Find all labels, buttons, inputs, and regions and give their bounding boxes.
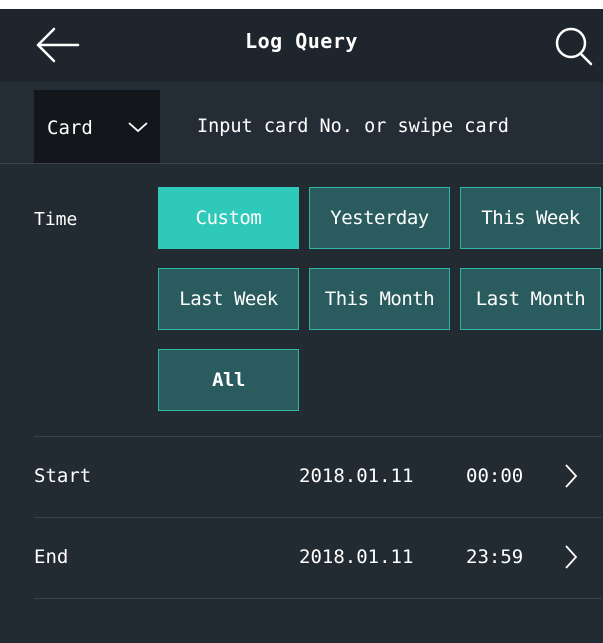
start-time-value: 00:00: [466, 465, 524, 487]
chevron-right-icon: [565, 545, 578, 569]
search-button[interactable]: [552, 23, 596, 67]
search-type-label: Card: [47, 117, 93, 139]
start-label: Start: [34, 465, 92, 487]
divider: [34, 598, 602, 599]
divider: [0, 163, 603, 164]
time-option-last-week[interactable]: Last Week: [158, 268, 299, 330]
time-option-last-month[interactable]: Last Month: [460, 268, 601, 330]
end-label: End: [34, 546, 69, 568]
time-option-this-week[interactable]: This Week: [460, 187, 601, 249]
end-time-value: 23:59: [466, 546, 524, 568]
time-option-yesterday[interactable]: Yesterday: [309, 187, 450, 249]
search-icon: [555, 27, 593, 66]
start-date-value: 2018.01.11: [299, 465, 414, 487]
end-date-value: 2018.01.11: [299, 546, 414, 568]
search-type-dropdown[interactable]: Card: [34, 90, 160, 163]
log-query-screen: Log Query Card Time Custom Yesterday Thi…: [0, 9, 603, 643]
time-label: Time: [34, 209, 78, 230]
time-option-custom[interactable]: Custom: [158, 187, 299, 249]
card-number-input[interactable]: [170, 90, 595, 163]
page-title: Log Query: [245, 29, 358, 53]
end-time-row[interactable]: End 2018.01.11 23:59: [34, 518, 602, 598]
time-option-all[interactable]: All: [158, 349, 299, 411]
chevron-down-icon: [128, 122, 148, 133]
search-row: Card: [0, 82, 603, 163]
header-bar: Log Query: [0, 9, 603, 82]
start-time-row[interactable]: Start 2018.01.11 00:00: [34, 437, 602, 517]
chevron-right-icon: [565, 464, 578, 488]
time-option-this-month[interactable]: This Month: [309, 268, 450, 330]
